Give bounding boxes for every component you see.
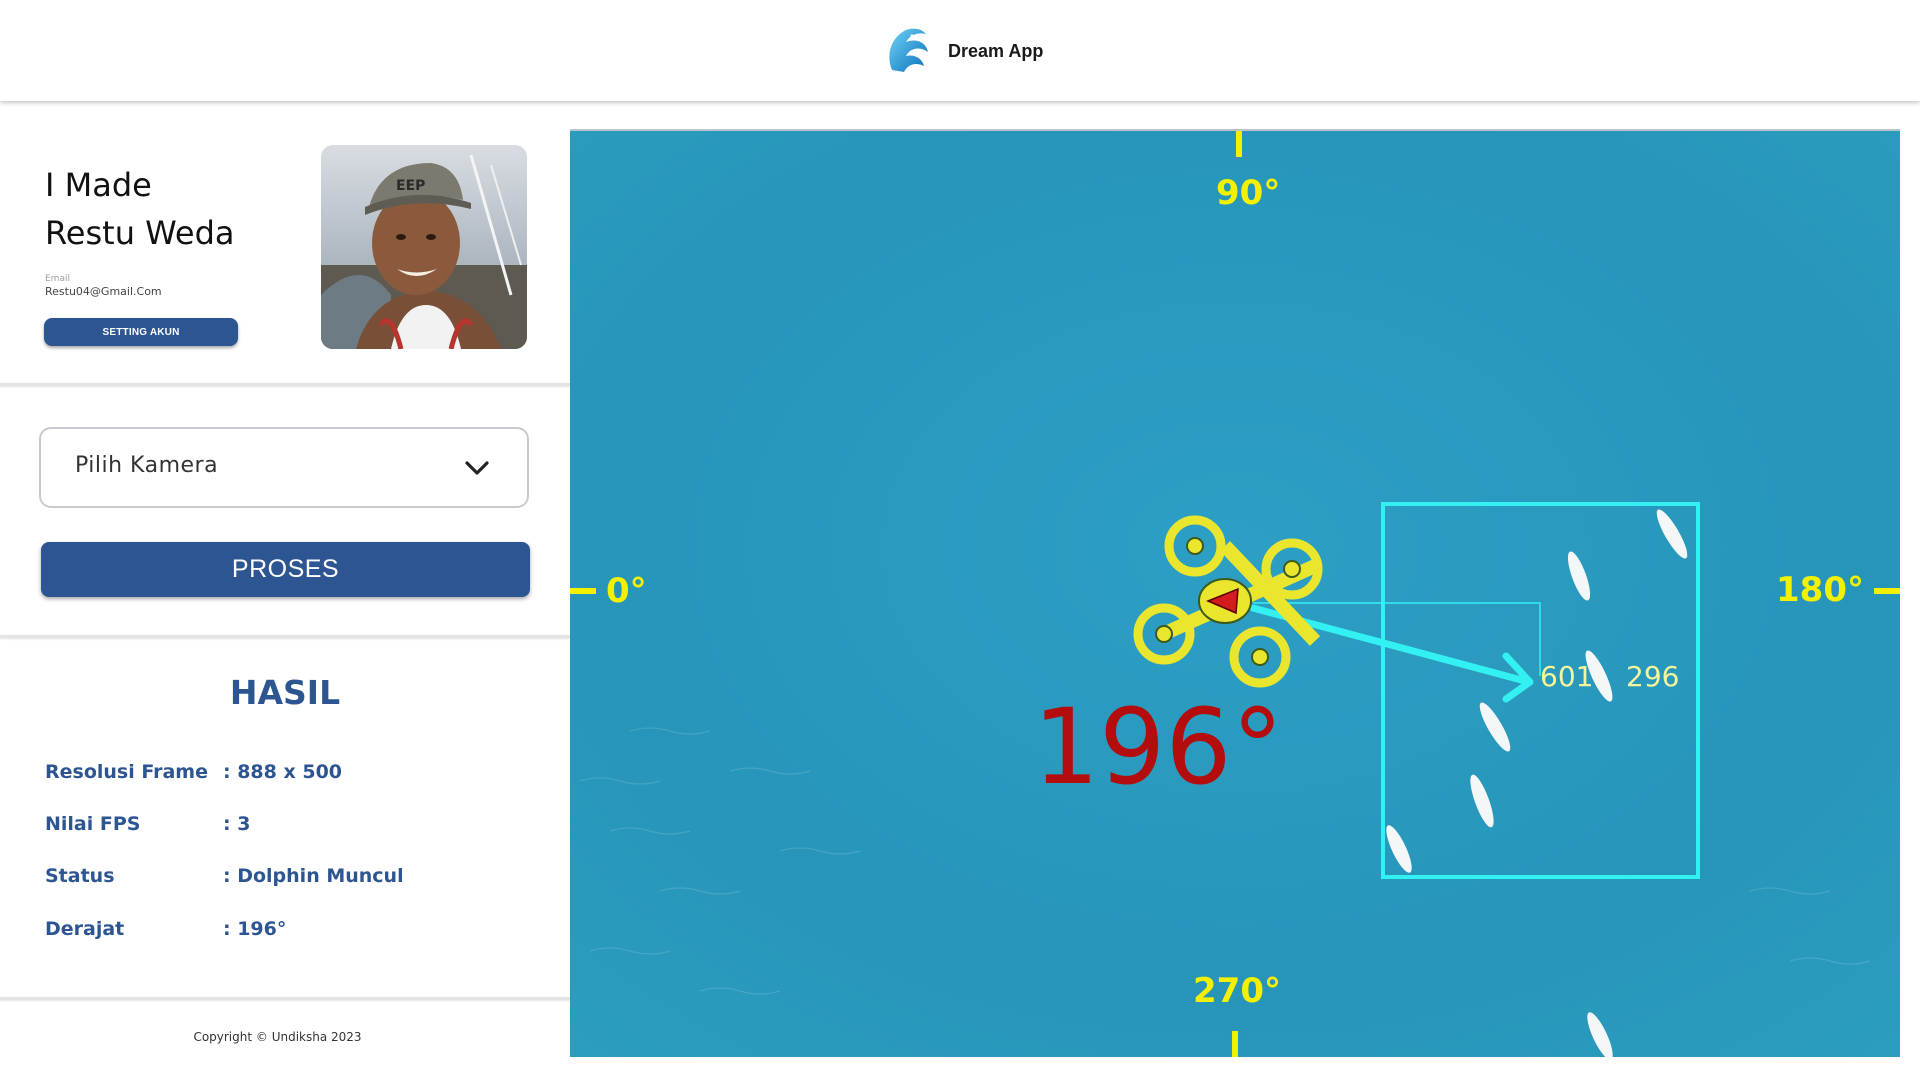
user-name: I Made Restu Weda — [45, 161, 285, 257]
top-navbar: Dream App — [0, 0, 1920, 101]
compass-tick-top — [1236, 131, 1242, 157]
compass-label-right: 180° — [1776, 570, 1864, 610]
compass-label-left: 0° — [606, 571, 647, 611]
result-label: Derajat — [45, 918, 125, 940]
divider — [0, 383, 570, 386]
brand[interactable]: Dream App — [884, 26, 1043, 76]
result-value: : 3 — [223, 813, 251, 835]
camera-view: 90° 0° 180° 270° 601 296 196° — [570, 131, 1900, 1057]
copyright: Copyright © Undiksha 2023 — [193, 1030, 362, 1044]
camera-select-value: Pilih Kamera — [75, 453, 219, 478]
heading-readout: 196° — [1033, 686, 1284, 808]
compass-tick-left — [570, 588, 596, 594]
compass-tick-right — [1874, 588, 1900, 594]
dolphin-wave-logo-icon — [889, 28, 928, 72]
compass-tick-bottom — [1232, 1031, 1238, 1057]
result-label: Nilai FPS — [45, 813, 141, 835]
result-row-status: Status : Dolphin Muncul — [45, 865, 545, 895]
hasil-title: HASIL — [229, 673, 341, 712]
target-y-readout: 296 — [1626, 660, 1679, 693]
user-name-line1: I Made — [45, 166, 152, 204]
email-label: Email — [45, 274, 70, 284]
svg-text:EEP: EEP — [396, 178, 425, 194]
compass-label-bottom: 270° — [1193, 971, 1281, 1011]
target-x-readout: 601 — [1540, 660, 1593, 693]
compass-label-top: 90° — [1216, 173, 1280, 213]
chevron-down-icon — [465, 461, 489, 475]
setting-akun-button[interactable]: SETTING AKUN — [44, 318, 238, 346]
user-name-line2: Restu Weda — [45, 214, 235, 252]
proses-button[interactable]: PROSES — [41, 542, 530, 597]
result-label: Resolusi Frame — [45, 761, 208, 783]
result-value: : 888 x 500 — [223, 761, 343, 783]
result-row-fps: Nilai FPS : 3 — [45, 813, 545, 843]
camera-select[interactable]: Pilih Kamera — [39, 427, 529, 508]
left-panel: I Made Restu Weda Email Restu04@Gmail.Co… — [0, 101, 570, 1080]
result-row-resolution: Resolusi Frame : 888 x 500 — [45, 761, 545, 791]
result-label: Status — [45, 865, 115, 887]
result-value: : 196° — [223, 918, 287, 940]
result-row-derajat: Derajat : 196° — [45, 918, 545, 948]
divider — [0, 997, 570, 1000]
profile-card: I Made Restu Weda Email Restu04@Gmail.Co… — [0, 101, 570, 383]
avatar: EEP — [321, 145, 527, 349]
divider — [0, 635, 570, 638]
app-name: Dream App — [948, 40, 1044, 61]
email-value: Restu04@Gmail.Com — [45, 285, 162, 298]
result-value: : Dolphin Muncul — [223, 865, 404, 887]
